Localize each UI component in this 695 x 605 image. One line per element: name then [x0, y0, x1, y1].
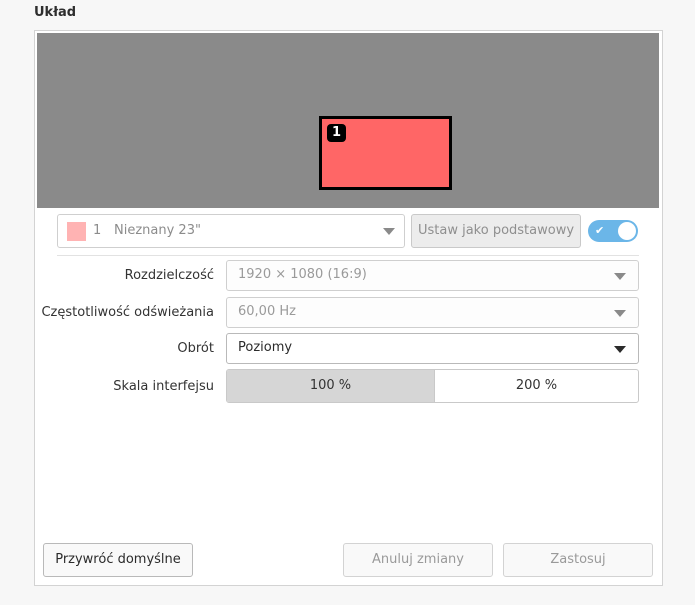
chevron-down-icon — [614, 273, 626, 280]
rotation-label: Obrót — [177, 341, 214, 356]
scale-200-button[interactable]: 200 % — [435, 370, 638, 402]
cancel-changes-button[interactable]: Anuluj zmiany — [343, 543, 493, 577]
monitor-enable-toggle[interactable]: ✔ — [588, 220, 638, 242]
divider — [57, 255, 639, 256]
restore-defaults-button[interactable]: Przywróć domyślne — [43, 543, 193, 577]
refresh-rate-label: Częstotliwość odświeżania — [41, 305, 214, 320]
chevron-down-icon — [383, 228, 395, 235]
ui-scale-group: 100 % 200 % — [226, 369, 639, 403]
check-icon: ✔ — [595, 224, 605, 237]
scale-100-button[interactable]: 100 % — [227, 370, 435, 402]
refresh-rate-select[interactable]: 60,00 Hz — [226, 297, 639, 328]
toggle-knob — [618, 222, 636, 240]
monitor-select-number: 1 — [93, 223, 102, 238]
section-title: Układ — [34, 5, 77, 20]
resolution-select[interactable]: 1920 × 1080 (16:9) — [226, 260, 639, 291]
chevron-down-icon — [614, 310, 626, 317]
monitor-1-tile[interactable]: 1 — [319, 116, 452, 190]
resolution-label: Rozdzielczość — [124, 268, 214, 283]
monitor-select-name: Nieznany 23" — [114, 223, 201, 238]
ui-scale-label: Skala interfejsu — [113, 379, 214, 394]
monitor-select[interactable]: 1 Nieznany 23" — [57, 214, 405, 248]
apply-button[interactable]: Zastosuj — [503, 543, 653, 577]
display-arrangement-preview: 1 — [37, 33, 659, 208]
rotation-value: Poziomy — [238, 340, 293, 355]
monitor-color-swatch — [67, 222, 86, 241]
refresh-rate-value: 60,00 Hz — [238, 304, 296, 319]
resolution-value: 1920 × 1080 (16:9) — [238, 267, 367, 282]
monitor-number-badge: 1 — [327, 124, 346, 142]
chevron-down-icon — [614, 346, 626, 353]
rotation-select[interactable]: Poziomy — [226, 333, 639, 364]
set-primary-button[interactable]: Ustaw jako podstawowy — [411, 214, 581, 248]
